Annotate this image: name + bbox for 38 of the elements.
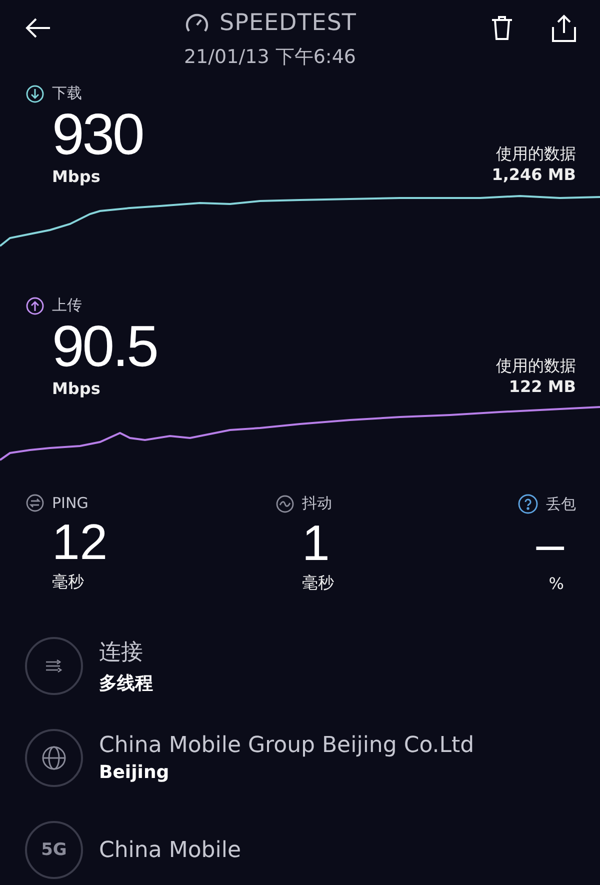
data-used-label: 使用的数据 bbox=[496, 144, 576, 165]
wave-icon bbox=[276, 494, 294, 513]
stat-value: 12 bbox=[52, 513, 108, 572]
share-icon[interactable] bbox=[550, 13, 578, 43]
detail-title: 连接 bbox=[99, 639, 144, 667]
stat-unit: 毫秒 bbox=[302, 573, 334, 594]
data-used-value: 122 MB bbox=[508, 377, 576, 396]
connections-icon bbox=[25, 637, 83, 695]
speed-value: 930 bbox=[52, 103, 143, 167]
detail-subtitle: 多线程 bbox=[99, 672, 153, 695]
detail-subtitle: Beijing bbox=[99, 762, 170, 783]
network-badge: 5G bbox=[25, 821, 83, 879]
help-icon[interactable] bbox=[518, 494, 538, 514]
stat-label: 丢包 bbox=[546, 494, 576, 514]
stat-value: 1 bbox=[302, 514, 330, 574]
stat-value: – bbox=[536, 515, 564, 574]
result-label: 下载 bbox=[52, 84, 82, 104]
back-arrow-icon[interactable] bbox=[24, 16, 52, 40]
trash-icon[interactable] bbox=[490, 14, 514, 42]
data-used-label: 使用的数据 bbox=[496, 356, 576, 378]
globe-icon bbox=[25, 729, 83, 787]
result-label: 上传 bbox=[52, 296, 82, 316]
test-date: 21/01/13 下午6:46 bbox=[184, 45, 356, 70]
upload-icon bbox=[26, 296, 44, 315]
gauge-icon bbox=[184, 12, 210, 34]
stat-unit: 毫秒 bbox=[52, 572, 84, 594]
stat-label: PING bbox=[52, 494, 88, 512]
detail-title: China Mobile bbox=[99, 838, 242, 862]
speed-value: 90.5 bbox=[52, 315, 157, 380]
ping-icon bbox=[26, 494, 44, 512]
speed-unit: Mbps bbox=[52, 379, 102, 398]
speed-unit: Mbps bbox=[52, 167, 102, 186]
stat-unit: % bbox=[548, 574, 564, 594]
detail-title: China Mobile Group Beijing Co.Ltd bbox=[99, 733, 474, 758]
download-icon bbox=[26, 84, 44, 103]
app-title: SPEEDTEST bbox=[220, 10, 356, 36]
stat-label: 抖动 bbox=[302, 494, 332, 514]
data-used-value: 1,246 MB bbox=[492, 165, 576, 184]
